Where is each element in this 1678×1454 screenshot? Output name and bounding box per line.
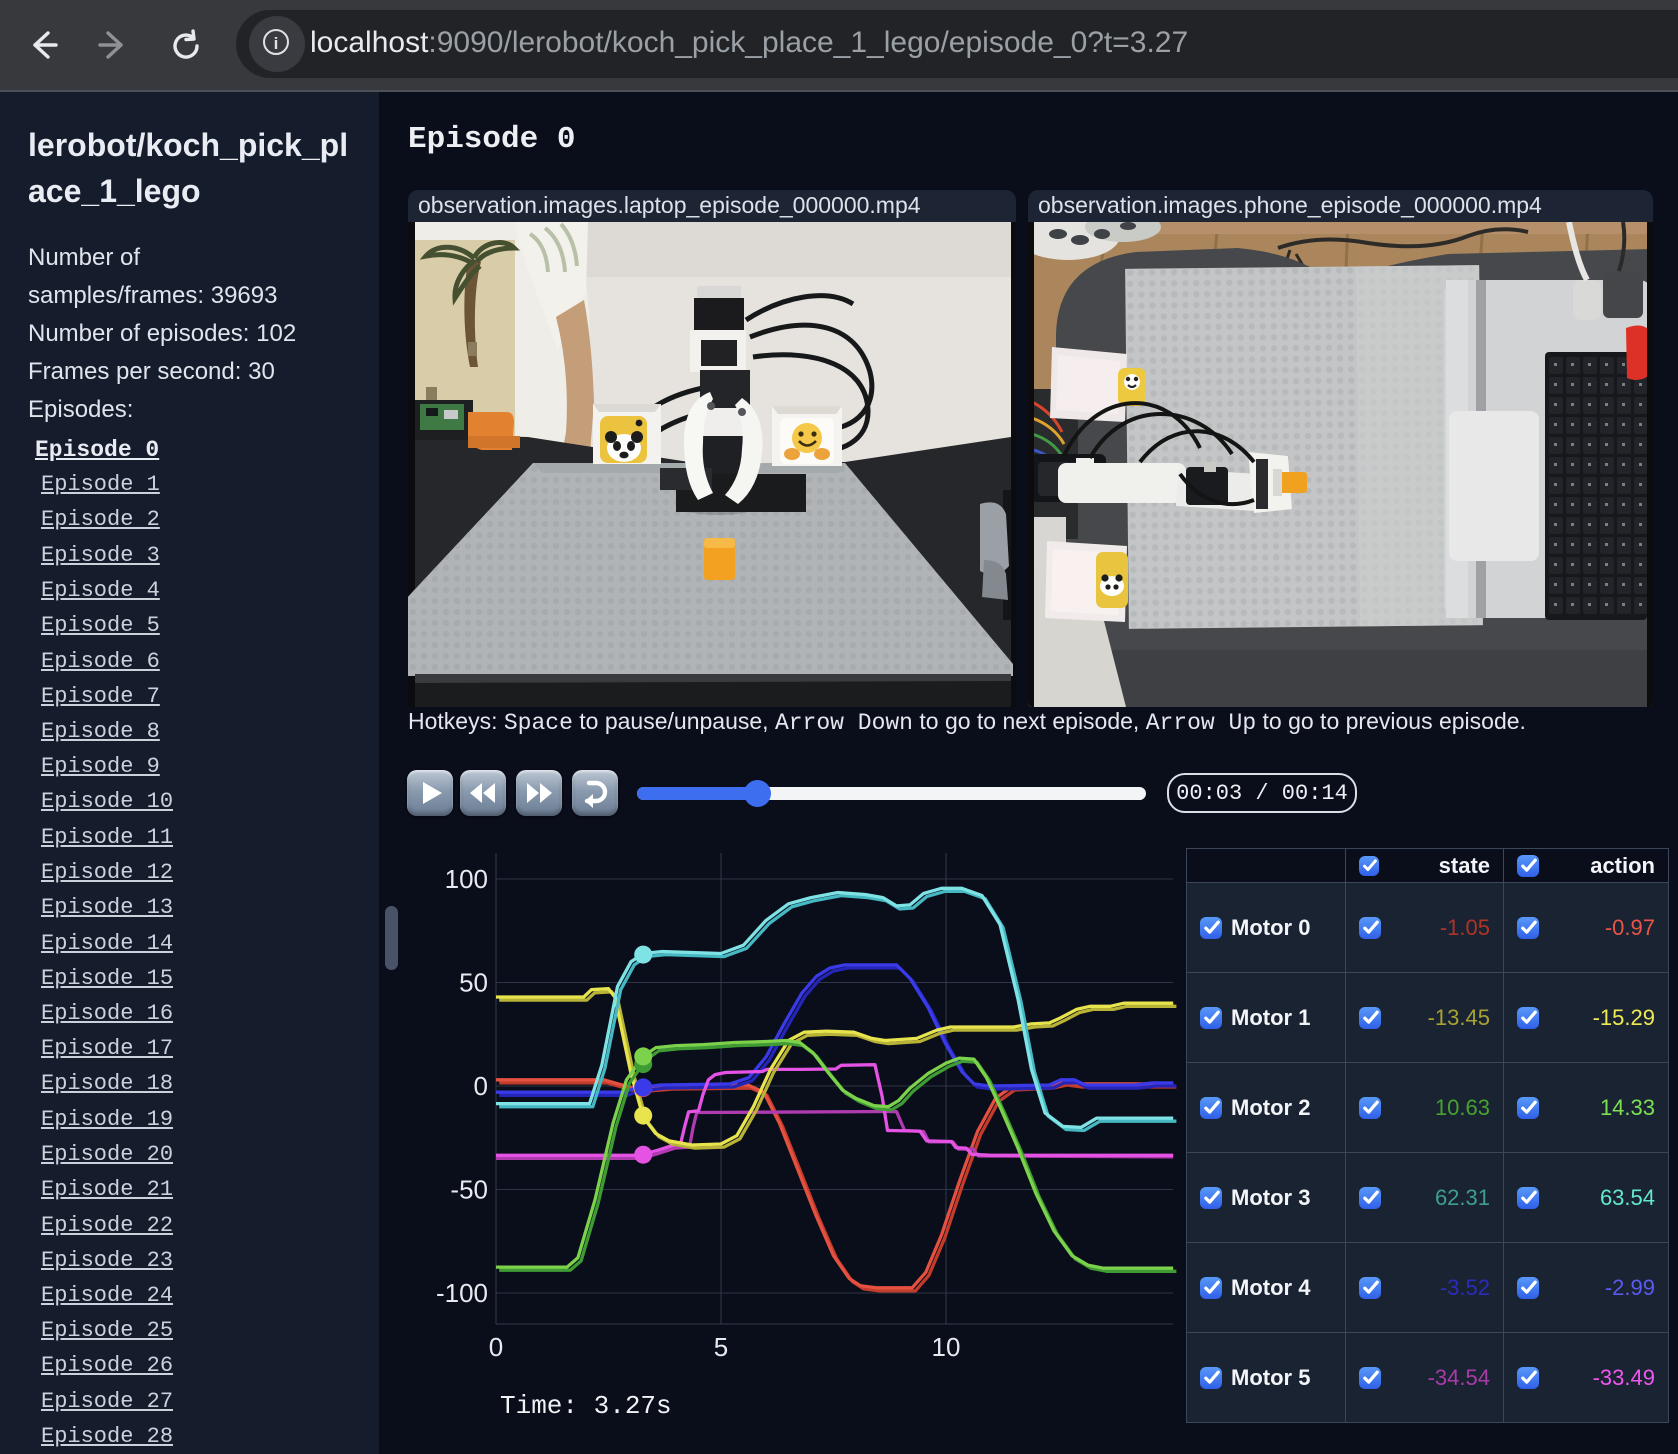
svg-text:10: 10: [932, 1332, 961, 1362]
svg-text:-100: -100: [436, 1278, 488, 1308]
svg-text:0: 0: [489, 1332, 503, 1362]
svg-text:50: 50: [459, 968, 488, 998]
svg-text:-50: -50: [450, 1175, 488, 1205]
svg-text:0: 0: [474, 1071, 488, 1101]
svg-text:100: 100: [445, 864, 488, 894]
svg-text:Time: 3.27s: Time: 3.27s: [500, 1391, 672, 1420]
svg-text:5: 5: [714, 1332, 728, 1362]
